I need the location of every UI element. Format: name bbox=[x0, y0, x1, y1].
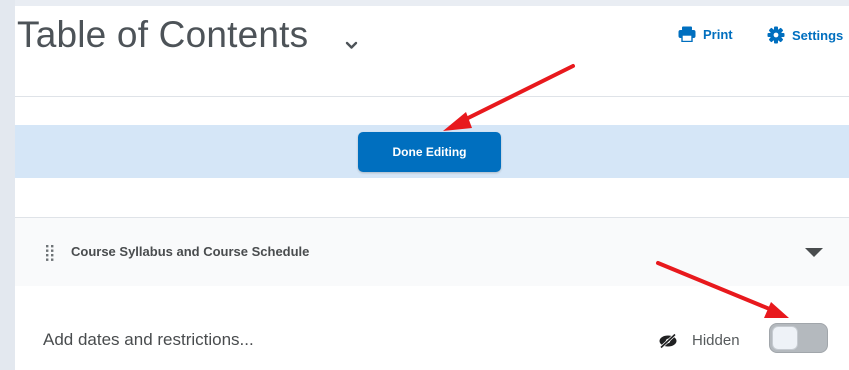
settings-button[interactable]: Settings bbox=[767, 26, 843, 44]
restrictions-row: Add dates and restrictions... Hidden bbox=[15, 286, 849, 370]
visibility-toggle[interactable] bbox=[769, 323, 828, 353]
frame-left bbox=[0, 0, 15, 370]
caret-down-icon[interactable] bbox=[805, 248, 823, 258]
header-divider bbox=[15, 96, 849, 97]
print-label: Print bbox=[703, 26, 733, 42]
done-editing-button[interactable]: Done Editing bbox=[358, 132, 501, 172]
visibility-label: Hidden bbox=[692, 332, 740, 349]
module-title: Course Syllabus and Course Schedule bbox=[71, 244, 310, 259]
content-panel: Table of Contents Print Settings Done Ed… bbox=[15, 6, 849, 370]
printer-icon bbox=[678, 26, 696, 42]
toggle-knob bbox=[772, 326, 798, 350]
eye-slash-icon bbox=[659, 333, 677, 349]
module-row[interactable]: Course Syllabus and Course Schedule bbox=[15, 217, 849, 287]
gear-icon bbox=[767, 26, 785, 44]
chevron-down-icon[interactable] bbox=[345, 40, 358, 50]
settings-label: Settings bbox=[792, 27, 844, 43]
add-dates-link[interactable]: Add dates and restrictions... bbox=[43, 330, 254, 350]
drag-handle-icon[interactable] bbox=[46, 245, 54, 261]
print-button[interactable]: Print bbox=[678, 26, 733, 42]
page-title: Table of Contents bbox=[17, 14, 309, 55]
